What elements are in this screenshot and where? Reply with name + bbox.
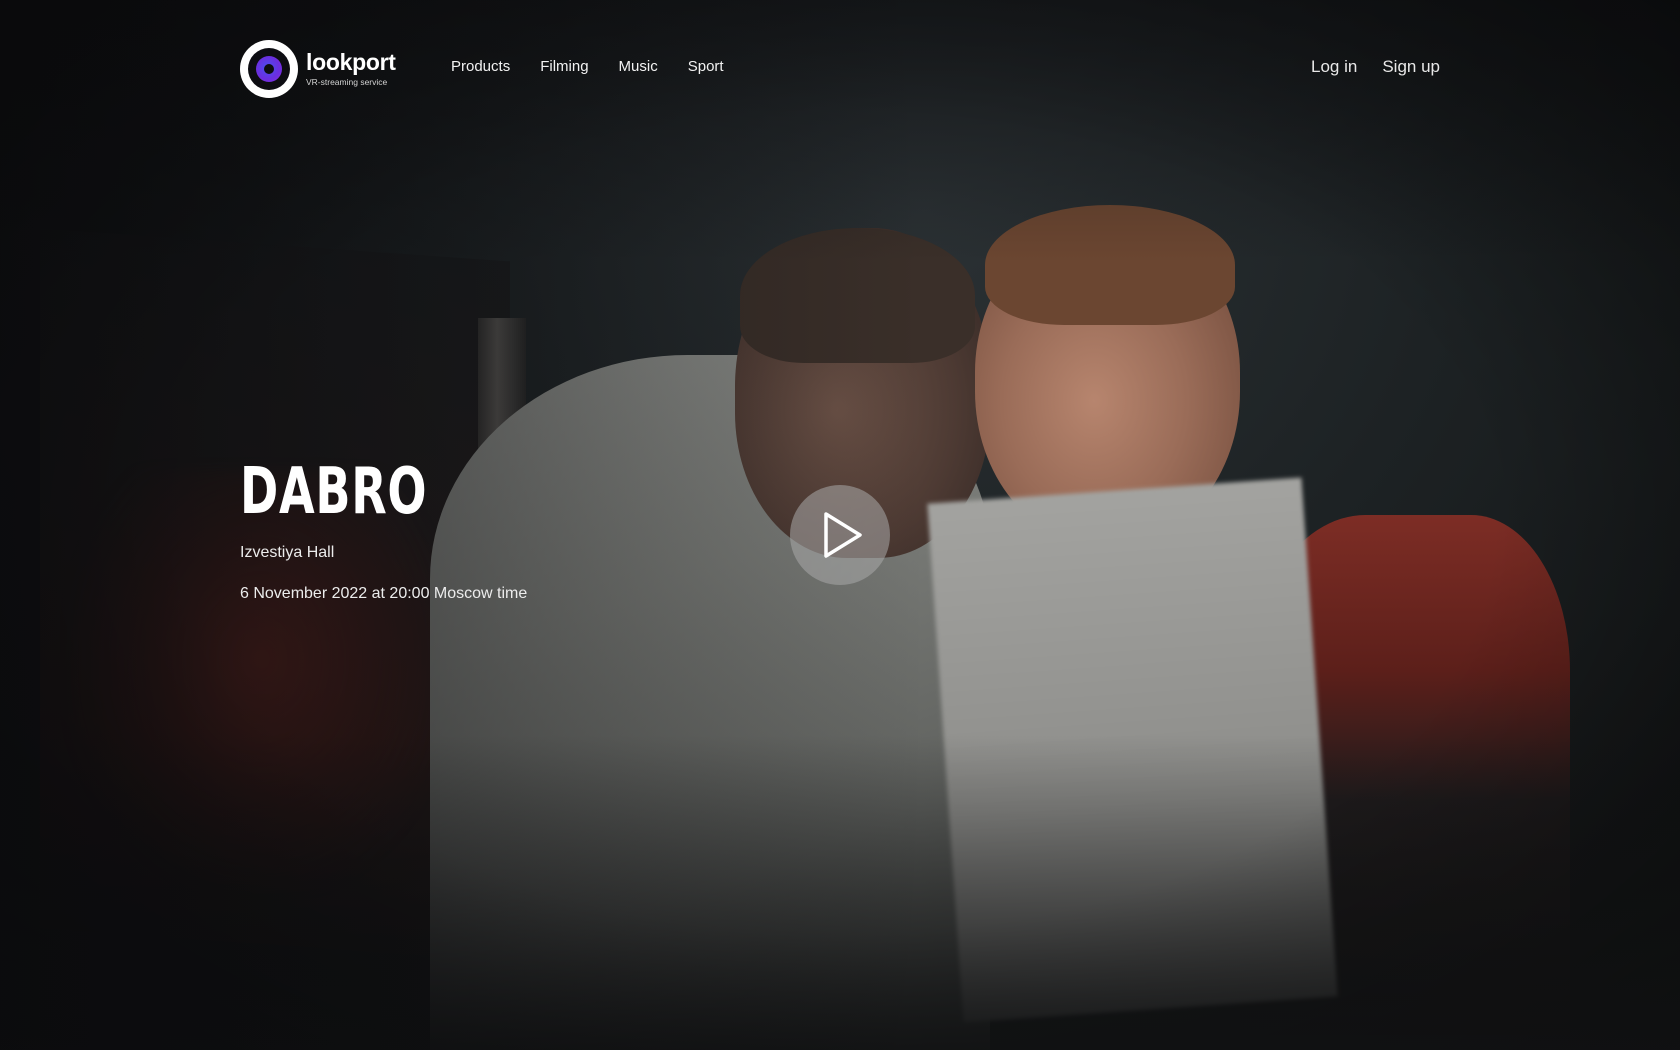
nav-item-sport[interactable]: Sport — [688, 57, 724, 77]
event-info: DABRO Izvestiya Hall 6 November 2022 at … — [240, 456, 527, 605]
event-title: DABRO — [240, 455, 428, 529]
logo-iris — [256, 56, 282, 82]
auth-links: Log in Sign up — [1311, 56, 1440, 78]
logo-pupil — [264, 64, 274, 74]
brand-name: lookport — [306, 49, 396, 75]
event-datetime: 6 November 2022 at 20:00 Moscow time — [240, 585, 528, 602]
logo-link[interactable]: lookport VR-streaming service — [240, 40, 396, 98]
play-icon — [824, 512, 862, 558]
site-header: lookport VR-streaming service Products F… — [0, 0, 1680, 140]
nav-item-products[interactable]: Products — [451, 57, 510, 77]
nav-item-music[interactable]: Music — [619, 57, 658, 77]
logo-ring — [248, 48, 290, 90]
brand-tagline: VR-streaming service — [306, 77, 388, 87]
page: lookport VR-streaming service Products F… — [0, 0, 1680, 1050]
main-nav: Products Filming Music Sport — [451, 57, 724, 77]
event-venue: Izvestiya Hall — [240, 544, 335, 561]
login-link[interactable]: Log in — [1311, 56, 1357, 78]
signup-link[interactable]: Sign up — [1382, 56, 1440, 78]
nav-item-filming[interactable]: Filming — [540, 57, 588, 77]
logo-text: lookport VR-streaming service — [306, 50, 396, 88]
eye-lens-icon — [240, 40, 298, 98]
play-button[interactable] — [790, 485, 890, 585]
